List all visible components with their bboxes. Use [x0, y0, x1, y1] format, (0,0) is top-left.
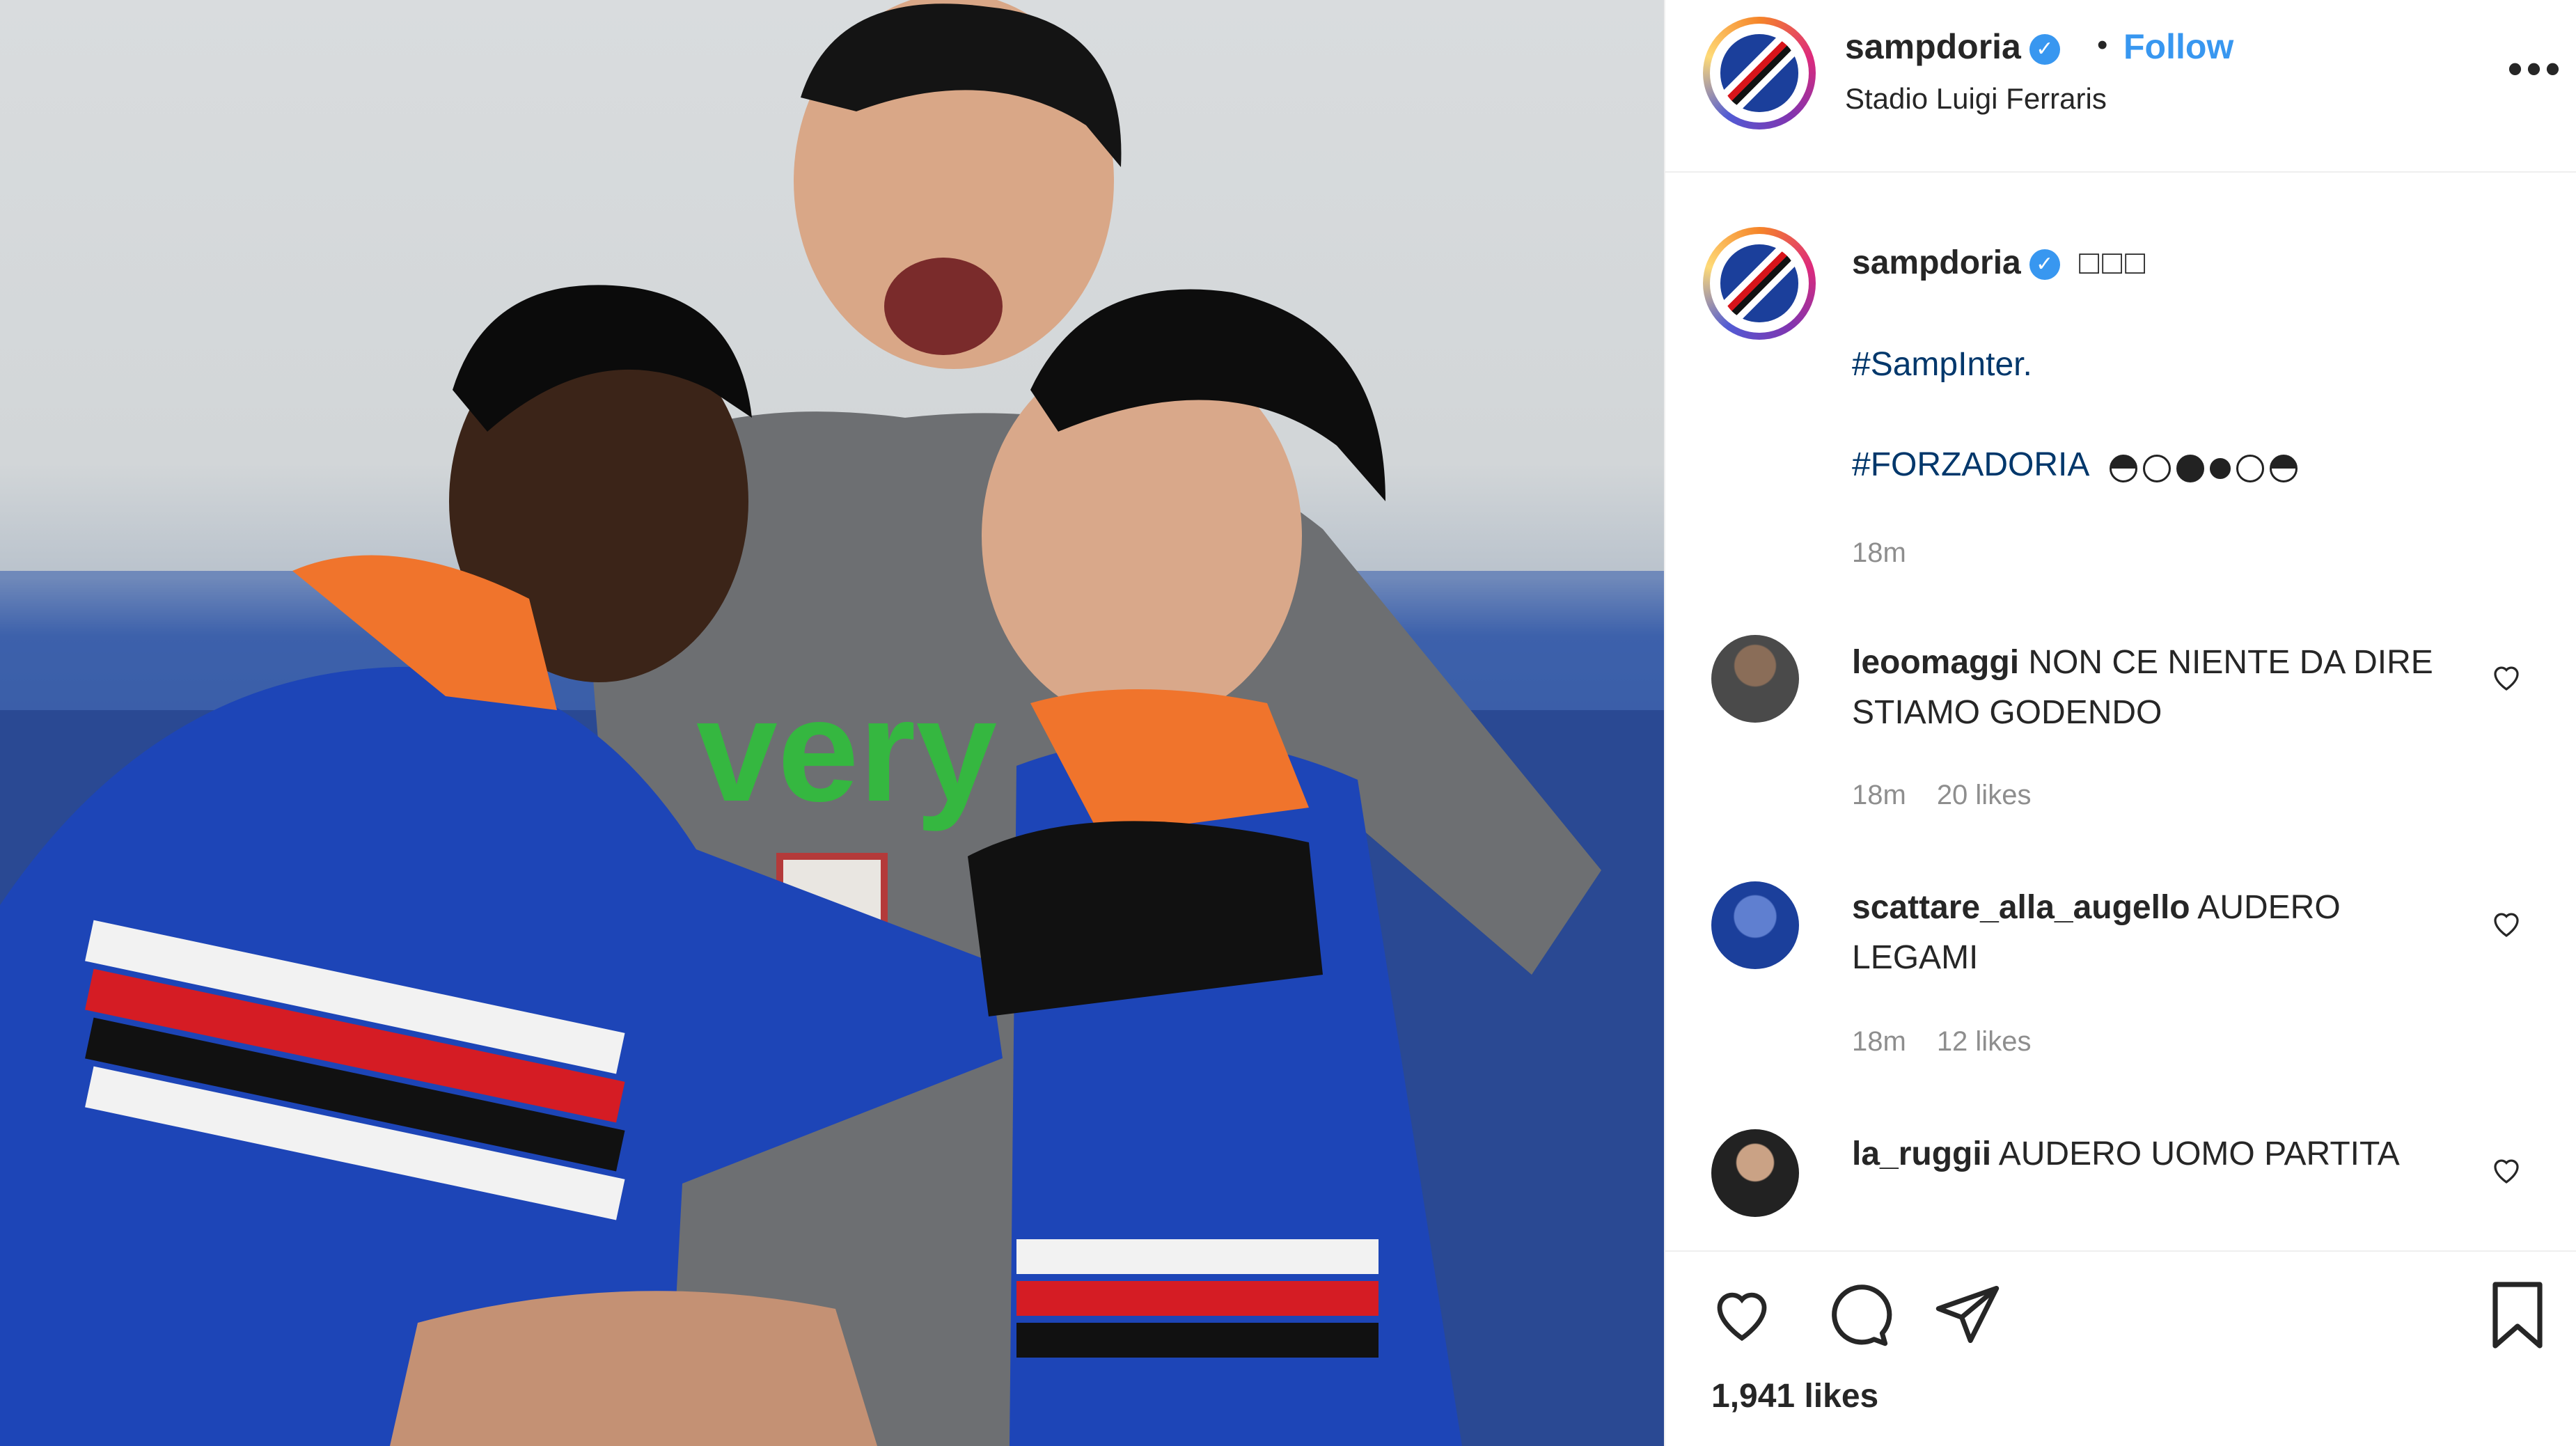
comment-username[interactable]: scattare_alla_augello [1852, 889, 2190, 926]
action-bar [1665, 1250, 2576, 1446]
small-heart-icon[interactable] [2488, 1153, 2524, 1186]
comment-avatar[interactable] [1711, 881, 1799, 969]
comment-text: AUDERO UOMO PARTITA [1998, 1135, 2400, 1172]
comment-body: scattare_alla_augello AUDERO LEGAMI [1852, 883, 2458, 983]
comment-meta: 18m 20 likes [1852, 780, 2031, 811]
bookmark-icon[interactable] [2484, 1277, 2551, 1353]
post-header: sampdoria ✓ • Follow Stadio Luigi Ferrari… [1665, 0, 2576, 173]
small-heart-icon[interactable] [2488, 660, 2524, 693]
verified-badge-icon: ✓ [2029, 249, 2060, 281]
hashtag-sampinter[interactable]: #SampInter. [1852, 345, 2032, 384]
header-username[interactable]: sampdoria ✓ [1845, 26, 2060, 67]
svg-text:very: very [696, 668, 997, 832]
verified-badge-icon: ✓ [2029, 33, 2060, 65]
caption-username[interactable]: sampdoria [1852, 244, 2021, 281]
heart-icon[interactable] [1706, 1280, 1778, 1346]
comment-meta: 18m 12 likes [1852, 1026, 2031, 1058]
comment-time[interactable]: 18m [1852, 1026, 1906, 1057]
sampdoria-crest-icon [1720, 244, 1798, 322]
comment-username[interactable]: leoomaggi [1852, 644, 2019, 681]
comment-likes[interactable]: 12 likes [1937, 1026, 2032, 1057]
caption-avatar[interactable] [1703, 227, 1816, 340]
account-avatar[interactable] [1703, 17, 1816, 129]
follow-separator: • [2097, 28, 2108, 62]
more-options-icon[interactable]: ••• [2508, 45, 2564, 93]
caption-timestamp[interactable]: 18m [1852, 537, 1906, 569]
comment-likes[interactable]: 20 likes [1937, 780, 2032, 810]
hashtag-forzadoria[interactable]: #FORZADORIA [1852, 446, 2088, 483]
comment-body: la_ruggii AUDERO UOMO PARTITA [1852, 1129, 2458, 1179]
paper-plane-icon[interactable] [1933, 1280, 2002, 1349]
comment-avatar[interactable] [1711, 1129, 1799, 1217]
circle-emojis [2110, 448, 2303, 486]
hashtag-line: #FORZADORIA [1852, 446, 2303, 486]
comment-avatar[interactable] [1711, 635, 1799, 723]
small-heart-icon[interactable] [2488, 906, 2524, 940]
sampdoria-crest-icon [1720, 34, 1798, 112]
comment-username[interactable]: la_ruggii [1852, 1135, 1991, 1172]
post-side-panel: sampdoria ✓ • Follow Stadio Luigi Ferrari… [1664, 0, 2576, 1446]
players-celebration-illustration: very [0, 0, 1664, 1446]
comment-time[interactable]: 18m [1852, 780, 1906, 810]
likes-count[interactable]: 1,941 likes [1711, 1377, 1878, 1415]
follow-button[interactable]: Follow [2123, 26, 2233, 67]
comment-icon[interactable] [1823, 1280, 1892, 1349]
caption-line: sampdoria ✓ □□□ [1852, 244, 2148, 282]
location-link[interactable]: Stadio Luigi Ferraris [1845, 82, 2107, 116]
comment-body: leoomaggi NON CE NIENTE DA DIRE STIAMO G… [1852, 638, 2458, 738]
post-photo[interactable]: very [0, 0, 1664, 1446]
caption-emoji: □□□ [2079, 244, 2149, 281]
